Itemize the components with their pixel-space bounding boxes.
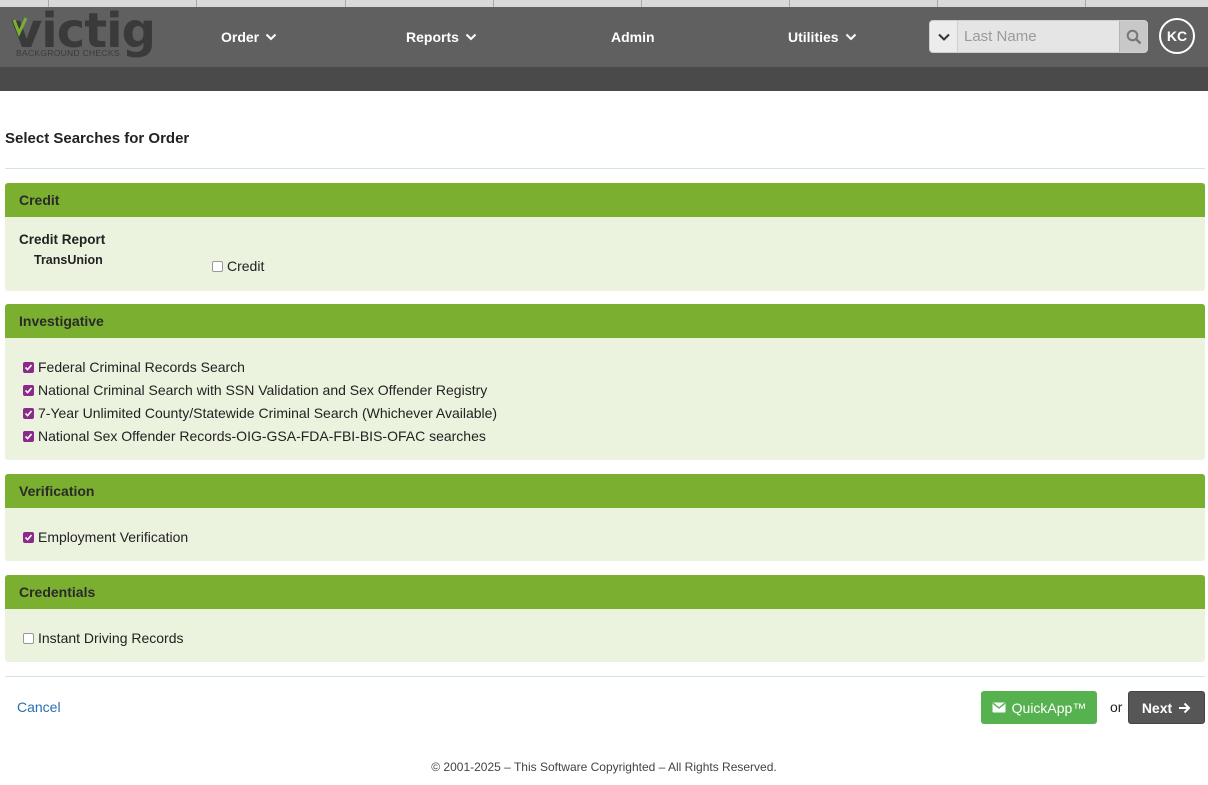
nav-utilities[interactable]: Utilities [788,7,857,67]
divider [5,168,1205,169]
or-text: or [1110,699,1123,715]
page-title: Select Searches for Order [5,130,190,147]
section-verification: Verification Employment Verification [5,474,1205,561]
quickapp-label: QuickApp™ [1011,699,1087,716]
nav-order-label: Order [221,29,260,45]
county-statewide-label: 7-Year Unlimited County/Statewide Crimin… [38,405,498,421]
credit-report-label: Credit Report [19,232,106,247]
logo-tagline: BACKGROUND CHECKS [16,48,120,58]
nav-reports-label: Reports [406,29,459,45]
logo-check-mark-icon [13,17,27,37]
list-item[interactable]: 7-Year Unlimited County/Statewide Crimin… [23,405,497,421]
next-label: Next [1141,699,1173,716]
credit-checkbox[interactable] [212,260,223,272]
last-name-search-input[interactable] [958,21,1119,52]
list-item[interactable]: National Criminal Search with SSN Valida… [23,382,487,398]
user-avatar[interactable]: KC [1159,18,1195,54]
tab-separator [196,0,197,7]
section-credentials-header: Credentials [5,575,1205,609]
tab-separator [493,0,494,7]
tab-separator [1085,0,1086,7]
victig-logo[interactable]: victig BACKGROUND CHECKS [11,5,161,63]
cancel-link[interactable]: Cancel [17,699,61,715]
employment-verification-label: Employment Verification [38,529,189,545]
section-investigative-header: Investigative [5,304,1205,338]
employment-verification-checkbox[interactable] [23,531,34,543]
nav-admin[interactable]: Admin [611,7,655,67]
search-box [929,20,1148,53]
section-credentials: Credentials Instant Driving Records [5,575,1205,662]
envelope-icon [992,702,1006,713]
check-icon [24,363,33,371]
search-button[interactable] [1119,21,1147,52]
section-investigative: Investigative Federal Criminal Records S… [5,304,1205,460]
nav-admin-label: Admin [611,29,655,45]
check-icon [24,386,33,394]
chevron-down-icon [937,33,950,41]
nav-order[interactable]: Order [221,7,277,67]
nav-reports[interactable]: Reports [406,7,477,67]
check-icon [24,409,33,417]
list-item[interactable]: Employment Verification [23,529,188,545]
list-item[interactable]: National Sex Offender Records-OIG-GSA-FD… [23,428,486,444]
credit-option-label: Credit [227,258,265,274]
chevron-down-icon [845,33,856,41]
quickapp-button[interactable]: QuickApp™ [981,691,1097,724]
chevron-down-icon [465,33,477,41]
list-item[interactable]: Instant Driving Records [23,630,184,646]
check-icon [24,533,33,541]
avatar-initials: KC [1166,28,1188,44]
national-criminal-label: National Criminal Search with SSN Valida… [38,382,488,398]
chevron-down-icon [265,33,277,41]
county-statewide-checkbox[interactable] [23,407,34,419]
credit-option[interactable]: Credit [212,258,264,274]
arrow-right-icon [1179,702,1191,713]
nav-utilities-label: Utilities [788,29,839,45]
federal-criminal-label: Federal Criminal Records Search [38,359,245,375]
tab-separator [641,0,642,7]
check-icon [24,432,33,440]
sex-offender-checkbox[interactable] [23,430,34,442]
divider [5,676,1205,677]
federal-criminal-checkbox[interactable] [23,361,34,373]
sub-navigation-bar [0,67,1208,91]
sex-offender-label: National Sex Offender Records-OIG-GSA-FD… [38,428,486,444]
driving-records-checkbox[interactable] [23,632,34,644]
national-criminal-checkbox[interactable] [23,384,34,396]
tab-separator [937,0,938,7]
search-icon [1126,29,1142,44]
transunion-label: TransUnion [34,253,103,267]
tab-separator [789,0,790,7]
next-button[interactable]: Next [1128,691,1205,724]
search-type-dropdown[interactable] [930,21,958,52]
footer-copyright: © 2001-2025 – This Software Copyrighted … [431,760,777,774]
tab-separator [345,0,346,7]
section-credit: Credit Credit Report TransUnion Credit [5,183,1205,291]
driving-records-label: Instant Driving Records [38,630,184,646]
section-credit-header: Credit [5,183,1205,217]
section-verification-header: Verification [5,474,1205,508]
list-item[interactable]: Federal Criminal Records Search [23,359,245,375]
